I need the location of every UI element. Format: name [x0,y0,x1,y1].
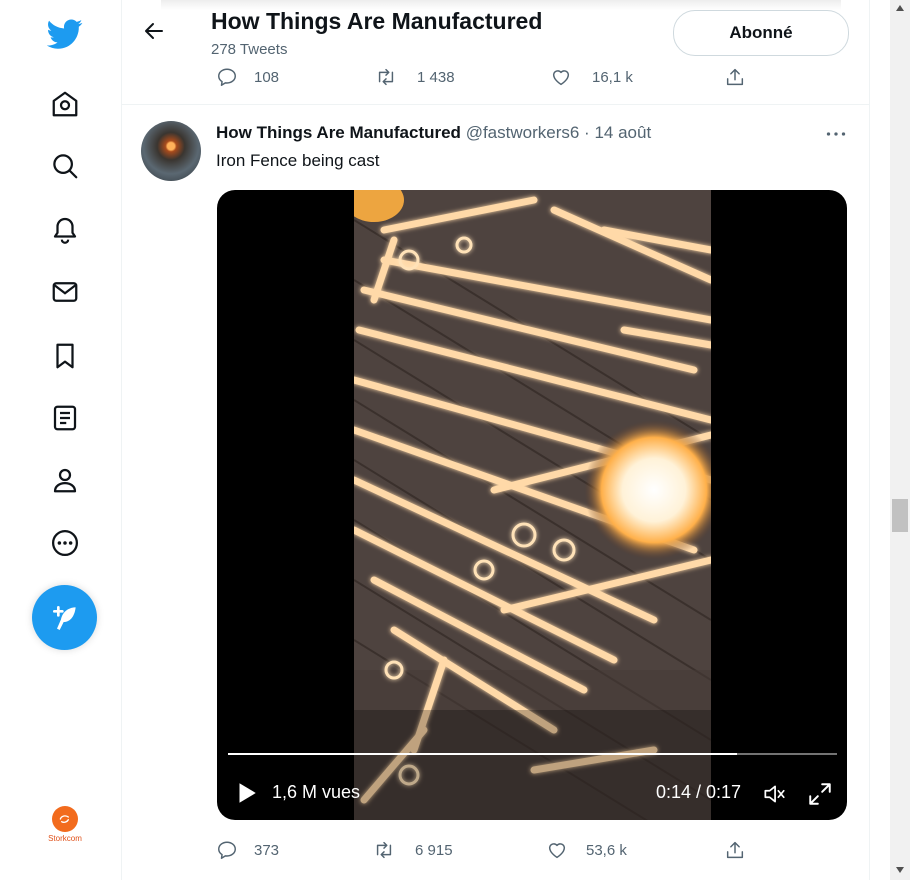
tweet-count: 278 Tweets [211,41,288,58]
reply-icon [218,841,236,859]
account-logo-icon [52,806,78,832]
video-time: 0:14 / 0:17 [656,782,742,802]
video-frame [354,190,711,820]
main-column: How Things Are Manufactured 278 Tweets A… [121,0,870,880]
tweet-text: Iron Fence being cast [216,151,380,170]
ellipsis-icon [826,132,846,136]
author-name[interactable]: How Things Are Manufactured [216,123,461,142]
account-avatar[interactable]: Storkcom [44,806,86,848]
scroll-down-arrow-icon[interactable] [895,866,905,874]
reply-button[interactable]: 373 [216,835,279,865]
scrollbar-thumb[interactable] [892,499,908,532]
retweet-icon [378,68,394,86]
like-button[interactable]: 16,1 k [550,62,633,92]
author-handle[interactable]: @fastworkers6 [466,123,580,142]
more-options-icon[interactable] [39,517,91,569]
video-progress-fill [228,753,738,755]
messages-mail-icon[interactable] [39,266,91,318]
like-count: 53,6 k [586,841,627,859]
account-label: Storkcom [48,834,82,843]
separator-dot: · [584,123,590,142]
volume-muted-icon [764,785,785,803]
scroll-up-arrow-icon[interactable] [895,4,905,12]
like-button[interactable]: 53,6 k [546,835,627,865]
twitter-logo-icon[interactable] [39,8,91,60]
reply-icon [218,68,236,86]
like-count: 16,1 k [592,68,633,86]
heart-icon [548,843,566,859]
page-title: How Things Are Manufactured [211,8,543,34]
reply-count: 373 [254,841,280,859]
profile-header: How Things Are Manufactured 278 Tweets A… [121,0,869,62]
retweet-button[interactable]: 6 915 [373,835,453,865]
page-scrollbar[interactable] [890,0,910,880]
profile-icon[interactable] [39,454,91,506]
share-icon [726,68,744,86]
reply-count: 108 [254,68,280,86]
home-icon[interactable] [39,78,91,130]
back-button[interactable] [137,14,171,48]
tweet-actions: 373 6 915 53,6 k [216,835,756,865]
prev-tweet-actions: 108 1 438 16,1 k [216,62,756,92]
compose-tweet-button[interactable] [32,585,97,650]
tweet-more-button[interactable] [821,122,851,146]
expand-icon [809,783,831,805]
volume-button[interactable] [758,778,790,810]
video-player[interactable]: 1,6 M vues 0:14 / 0:17 [217,190,847,820]
play-button[interactable] [231,778,261,808]
tweet-divider [121,104,869,105]
tweet-date[interactable]: 14 août [594,123,651,142]
author-avatar[interactable] [141,121,201,181]
fullscreen-button[interactable] [804,778,836,810]
retweet-count: 1 438 [417,68,455,86]
arrow-left-icon [145,23,163,39]
tweet-header: How Things Are Manufactured @fastworkers… [216,123,651,143]
feather-plus-icon [52,605,76,630]
search-icon[interactable] [39,140,91,192]
reply-button[interactable]: 108 [216,62,279,92]
following-button[interactable]: Abonné [673,10,849,56]
video-progress-bar[interactable] [228,753,837,755]
video-views: 1,6 M vues [272,782,361,802]
share-button[interactable] [724,835,746,865]
retweet-button[interactable]: 1 438 [375,62,455,92]
share-icon [726,841,744,859]
play-icon [239,783,256,803]
retweet-count: 6 915 [415,841,453,859]
heart-icon [552,70,570,86]
retweet-icon [376,841,392,859]
lists-icon[interactable] [39,392,91,444]
bookmark-icon[interactable] [39,330,91,382]
sidebar: Storkcom [0,0,122,880]
share-button[interactable] [724,62,746,92]
notifications-bell-icon[interactable] [39,203,91,255]
